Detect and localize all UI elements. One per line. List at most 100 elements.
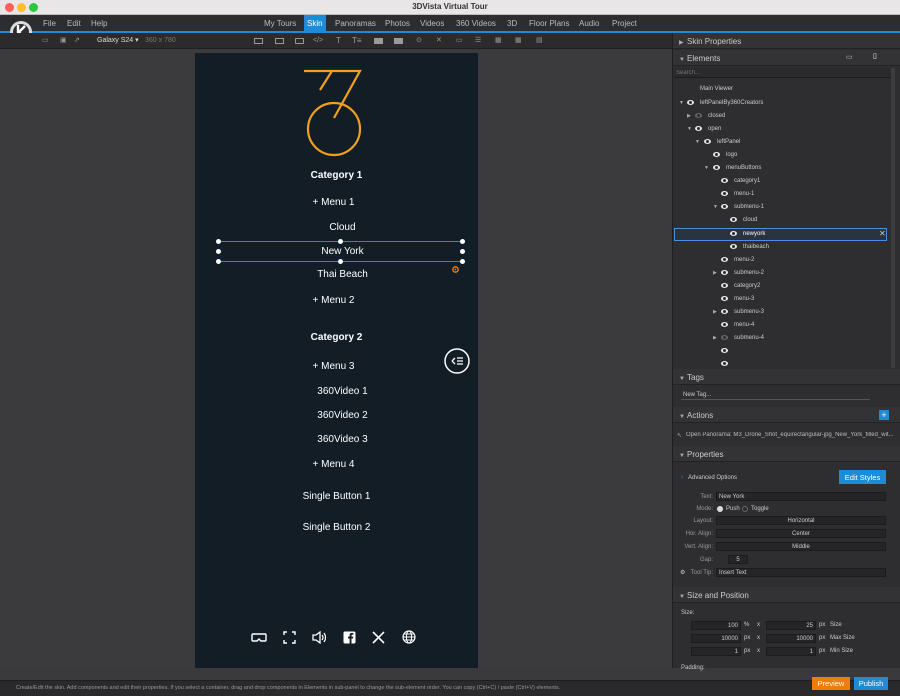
- visibility-eye-icon[interactable]: [721, 296, 728, 301]
- tree-item-selected[interactable]: newyork: [743, 231, 765, 237]
- elements-scrollbar[interactable]: [891, 68, 895, 368]
- tab-audio[interactable]: Audio: [576, 15, 602, 32]
- fullscreen-icon[interactable]: [283, 631, 296, 644]
- preview-button[interactable]: Preview: [812, 677, 850, 690]
- photo-tool-icon[interactable]: [374, 38, 383, 44]
- collapse-panel-icon[interactable]: [444, 348, 470, 374]
- single-button-1[interactable]: Single Button 1: [195, 491, 478, 502]
- text-field[interactable]: New York: [716, 492, 886, 501]
- menu-edit[interactable]: Edit: [67, 19, 81, 28]
- thumbnail-tool-icon[interactable]: ▦: [515, 37, 522, 45]
- slider-tool-icon[interactable]: ▭: [456, 37, 463, 45]
- 360video-2-button[interactable]: 360Video 2: [201, 410, 484, 421]
- hidden-eye-icon[interactable]: [721, 335, 728, 340]
- resize-handle[interactable]: [216, 249, 221, 254]
- visibility-eye-icon[interactable]: [721, 283, 728, 288]
- tree-item[interactable]: submenu-3: [734, 309, 764, 315]
- close-tool-icon[interactable]: ✕: [436, 37, 442, 45]
- size-position-header[interactable]: ▼ Size and Position: [673, 587, 900, 603]
- size-height-unit[interactable]: px: [819, 622, 825, 628]
- resize-handle[interactable]: [216, 239, 221, 244]
- tab-my-tours[interactable]: My Tours: [261, 15, 299, 32]
- properties-header[interactable]: ▼ Properties: [673, 446, 900, 462]
- rich-text-tool-icon[interactable]: T≡: [352, 37, 362, 45]
- visibility-eye-icon[interactable]: [721, 257, 728, 262]
- visibility-eye-icon[interactable]: [721, 191, 728, 196]
- size-height-input[interactable]: 25: [766, 621, 816, 630]
- tree-item[interactable]: menu-1: [734, 191, 754, 197]
- edit-styles-button[interactable]: Edit Styles: [839, 470, 886, 484]
- 360video-1-button[interactable]: 360Video 1: [201, 386, 484, 397]
- visibility-eye-icon[interactable]: [713, 165, 720, 170]
- visibility-eye-icon[interactable]: [730, 244, 737, 249]
- mode-push-radio[interactable]: [717, 506, 723, 512]
- tab-videos[interactable]: Videos: [417, 15, 447, 32]
- tree-item[interactable]: menu-3: [734, 296, 754, 302]
- menu-4-button[interactable]: + Menu 4: [192, 459, 475, 470]
- tree-main-viewer[interactable]: Main Viewer: [700, 86, 733, 92]
- vert-align-select[interactable]: Middle: [716, 542, 886, 551]
- visibility-eye-icon[interactable]: [704, 139, 711, 144]
- tab-panoramas[interactable]: Panoramas: [332, 15, 379, 32]
- visibility-eye-icon[interactable]: [721, 309, 728, 314]
- chevron-right-icon[interactable]: ›: [681, 474, 683, 481]
- resize-handle[interactable]: [216, 259, 221, 264]
- mobile-view-icon[interactable]: ▯: [873, 52, 877, 60]
- tree-item[interactable]: leftPanelBy360Creators: [700, 100, 763, 106]
- collapse-arrow-icon[interactable]: ▼: [679, 100, 684, 106]
- text-tool-icon[interactable]: T: [336, 37, 341, 45]
- hor-align-select[interactable]: Center: [716, 529, 886, 538]
- 360video-3-button[interactable]: 360Video 3: [201, 434, 484, 445]
- tree-item[interactable]: leftPanel: [717, 139, 740, 145]
- tab-photos[interactable]: Photos: [382, 15, 413, 32]
- tree-item[interactable]: logo: [726, 152, 737, 158]
- newyork-button[interactable]: New York: [201, 246, 484, 257]
- publish-button[interactable]: Publish: [854, 677, 888, 690]
- size-width-input[interactable]: 100: [691, 621, 741, 630]
- elements-header[interactable]: ▼ Elements ▭ ▯: [673, 50, 900, 66]
- expand-arrow-icon[interactable]: ▶: [713, 335, 717, 341]
- tree-item[interactable]: menu-4: [734, 322, 754, 328]
- tags-header[interactable]: ▼ Tags: [673, 369, 900, 385]
- tree-selected-row[interactable]: [674, 228, 887, 241]
- collapse-arrow-icon[interactable]: ▼: [704, 165, 709, 171]
- image-tool-icon[interactable]: [275, 38, 284, 44]
- tree-item[interactable]: category1: [734, 178, 760, 184]
- mode-toggle-radio[interactable]: [742, 506, 748, 512]
- advanced-options-toggle[interactable]: Advanced Options: [688, 475, 737, 481]
- expand-arrow-icon[interactable]: ▶: [687, 113, 691, 119]
- tab-project[interactable]: Project: [609, 15, 640, 32]
- menu-2-button[interactable]: + Menu 2: [192, 295, 475, 306]
- expand-arrow-icon[interactable]: ▶: [713, 270, 717, 276]
- expand-arrow-icon[interactable]: ▶: [713, 309, 717, 315]
- collapse-arrow-icon[interactable]: ▼: [713, 204, 718, 210]
- device-frame-icon[interactable]: ▭: [42, 37, 49, 45]
- facebook-icon[interactable]: [343, 631, 356, 644]
- tree-item[interactable]: cloud: [743, 217, 757, 223]
- resize-handle[interactable]: [460, 249, 465, 254]
- volume-icon[interactable]: [312, 631, 327, 644]
- visibility-eye-icon[interactable]: [730, 217, 737, 222]
- layout-select[interactable]: Horizontal: [716, 516, 886, 525]
- min-width-input[interactable]: 1: [691, 647, 741, 656]
- resize-handle[interactable]: [460, 239, 465, 244]
- single-button-2[interactable]: Single Button 2: [195, 522, 478, 533]
- rectangle-tool-icon[interactable]: [295, 38, 304, 44]
- container-tool-icon[interactable]: [254, 38, 263, 44]
- element-settings-gear-icon[interactable]: [452, 266, 459, 273]
- save-icon[interactable]: ▣: [60, 37, 67, 45]
- menu-3-button[interactable]: + Menu 3: [192, 361, 475, 372]
- tree-item[interactable]: thaibeach: [743, 244, 769, 250]
- resize-handle[interactable]: [338, 239, 343, 244]
- size-width-unit[interactable]: %: [744, 622, 749, 628]
- thaibeach-button[interactable]: Thai Beach: [201, 269, 484, 280]
- add-action-button[interactable]: +: [879, 410, 889, 420]
- menu-1-button[interactable]: + Menu 1: [192, 197, 475, 208]
- min-height-input[interactable]: 1: [766, 647, 816, 656]
- visibility-eye-icon[interactable]: [721, 322, 728, 327]
- visibility-eye-icon[interactable]: [687, 100, 694, 105]
- menu-file[interactable]: File: [43, 19, 56, 28]
- play-tool-icon[interactable]: ⊙: [416, 37, 422, 45]
- collapse-arrow-icon[interactable]: ▼: [695, 139, 700, 145]
- menu-tool-icon[interactable]: ▤: [536, 37, 543, 45]
